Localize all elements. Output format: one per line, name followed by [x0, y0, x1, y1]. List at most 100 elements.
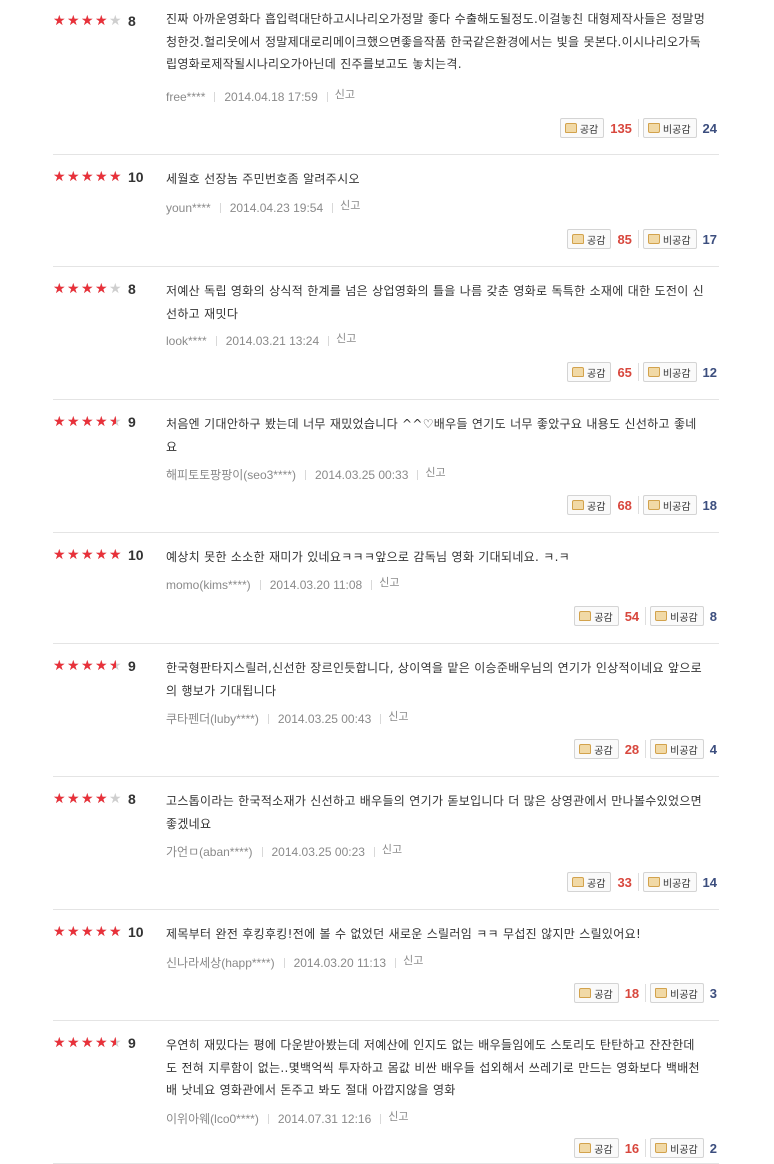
star-fill-icon: ★ — [53, 548, 66, 562]
dislike-button[interactable]: 비공감 — [642, 118, 697, 138]
divider — [259, 580, 261, 590]
report-link[interactable]: 신고 — [403, 952, 423, 968]
review-meta: look**** 2014.03.21 13:24 신고 — [166, 333, 356, 349]
star-icon: ★ ★ — [53, 546, 66, 563]
like-button[interactable]: 공감 — [574, 606, 619, 626]
dislike-button[interactable]: 비공감 — [642, 229, 697, 249]
review-author[interactable]: 쿠타펜더(luby****) — [166, 710, 259, 727]
divider — [215, 336, 217, 346]
star-icon: ★ ★ — [67, 923, 80, 940]
thumbs-up-icon — [564, 123, 577, 133]
thumbs-down-icon — [647, 123, 660, 133]
review-author[interactable]: 해피토토팡팡이(seo3****) — [166, 466, 296, 483]
report-link[interactable]: 신고 — [340, 197, 360, 213]
review-author[interactable]: momo(kims****) — [166, 578, 251, 592]
report-link[interactable]: 신고 — [336, 330, 356, 346]
review-list: ★ ★ ★ ★ ★ ★ ★ ★ ★ 8 진짜 아까운영화다 흡입력대단하고시나리오가정말 좋다 수출… — [53, 0, 719, 1164]
like-button[interactable]: 공감 — [574, 1138, 619, 1158]
dislike-label: 비공감 — [670, 1144, 698, 1156]
divider — [328, 336, 330, 346]
like-label: 공감 — [587, 878, 606, 890]
divider — [395, 957, 397, 968]
dislike-button[interactable]: 비공감 — [650, 1138, 704, 1158]
star-icon: ★ ★ — [53, 1034, 66, 1051]
star-icon: ★ ★ — [81, 168, 94, 185]
review-date: 2014.03.20 11:08 — [269, 578, 363, 592]
thumbs-up-icon — [572, 877, 585, 887]
rating-score: 10 — [128, 924, 144, 940]
star-icon: ★ ★ — [81, 546, 94, 563]
like-button[interactable]: 공감 — [567, 229, 612, 249]
star-icon: ★ ★ — [95, 923, 108, 940]
divider — [637, 496, 639, 514]
report-link[interactable]: 신고 — [388, 708, 408, 724]
dislike-label: 비공감 — [670, 745, 698, 757]
star-fill-icon: ★ — [81, 14, 94, 28]
like-button[interactable]: 공감 — [559, 118, 605, 138]
like-button[interactable]: 공감 — [567, 495, 612, 515]
star-icon: ★ ★ — [67, 1034, 80, 1051]
like-label: 공감 — [594, 1144, 613, 1156]
vote-actions: 공감 28 비공감 4 — [574, 739, 719, 759]
star-icon: ★ ★ — [109, 168, 122, 185]
review-text: 예상치 못한 소소한 재미가 있네요ㅋㅋㅋ앞으로 감독님 영화 기대되네요. ㅋ… — [166, 550, 571, 564]
report-link[interactable]: 신고 — [382, 841, 402, 857]
dislike-count: 4 — [709, 741, 717, 757]
star-icon: ★ ★ — [109, 1034, 122, 1051]
review-author[interactable]: 가언ㅁ(aban****) — [166, 843, 253, 860]
review-author[interactable]: youn**** — [166, 201, 211, 215]
star-rating: ★ ★ ★ ★ ★ ★ ★ ★ ★ ★ — [53, 546, 123, 563]
like-label: 공감 — [587, 501, 606, 513]
divider — [267, 1113, 269, 1124]
report-link[interactable]: 신고 — [335, 86, 355, 102]
review-author[interactable]: look**** — [166, 334, 207, 348]
rating: ★ ★ ★ ★ ★ ★ ★ ★ ★ ★ 9 — [53, 1033, 136, 1053]
star-icon: ★ — [109, 12, 122, 29]
star-fill-icon: ★ — [95, 170, 108, 184]
like-label: 공감 — [594, 612, 613, 624]
star-fill-icon: ★ — [81, 659, 94, 673]
dislike-button[interactable]: 비공감 — [642, 495, 697, 515]
rating: ★ ★ ★ ★ ★ ★ ★ ★ ★ ★ 10 — [53, 545, 144, 565]
star-fill-icon: ★ — [81, 925, 94, 939]
star-fill-icon: ★ — [53, 282, 66, 296]
report-link[interactable]: 신고 — [388, 1108, 408, 1124]
review-author[interactable]: 이위아웨(lco0****) — [166, 1110, 259, 1127]
star-fill-icon: ★ — [81, 548, 94, 562]
thumbs-down-icon — [655, 744, 668, 754]
divider — [645, 1139, 647, 1157]
like-count: 65 — [617, 364, 632, 380]
report-link[interactable]: 신고 — [379, 574, 399, 590]
divider — [380, 1113, 382, 1124]
review-item: ★ ★ ★ ★ ★ ★ ★ ★ ★ ★ 9 한국형판타지스릴러,신선한 장르인듯합니다, 상이역을 맡… — [53, 644, 719, 777]
rating: ★ ★ ★ ★ ★ ★ ★ ★ ★ ★ 10 — [53, 922, 144, 942]
dislike-button[interactable]: 비공감 — [650, 983, 704, 1003]
thumbs-up-icon — [579, 988, 592, 998]
review-item: ★ ★ ★ ★ ★ ★ ★ ★ ★ ★ 9 우연히 재밌다는 평에 다운받아봤는데 저예산에 인지도 … — [53, 1021, 719, 1164]
dislike-button[interactable]: 비공감 — [642, 362, 697, 382]
divider — [371, 580, 373, 590]
dislike-button[interactable]: 비공감 — [642, 872, 697, 892]
star-fill-icon: ★ — [81, 415, 94, 429]
dislike-button[interactable]: 비공감 — [650, 606, 704, 626]
star-icon: ★ ★ — [67, 12, 80, 29]
like-button[interactable]: 공감 — [567, 362, 612, 382]
review-author[interactable]: 신나라세상(happ****) — [166, 954, 275, 971]
review-text: 제목부터 완전 후킹후킹!전에 볼 수 없었던 새로운 스릴러임 ㅋㅋ 무섭진 … — [166, 927, 642, 941]
report-link[interactable]: 신고 — [425, 464, 445, 480]
divider — [332, 203, 334, 213]
divider — [645, 984, 647, 1002]
star-icon: ★ ★ — [109, 546, 122, 563]
thumbs-up-icon — [572, 500, 585, 510]
like-button[interactable]: 공감 — [574, 739, 619, 759]
star-icon: ★ ★ — [53, 657, 66, 674]
dislike-count: 2 — [709, 1140, 717, 1156]
star-fill-icon: ★ — [81, 170, 94, 184]
like-count: 135 — [610, 120, 632, 136]
like-button[interactable]: 공감 — [567, 872, 612, 892]
star-fill-icon: ★ — [53, 14, 66, 28]
like-button[interactable]: 공감 — [574, 983, 619, 1003]
review-author[interactable]: free**** — [166, 90, 205, 104]
dislike-button[interactable]: 비공감 — [650, 739, 704, 759]
star-fill-icon: ★ — [95, 925, 108, 939]
